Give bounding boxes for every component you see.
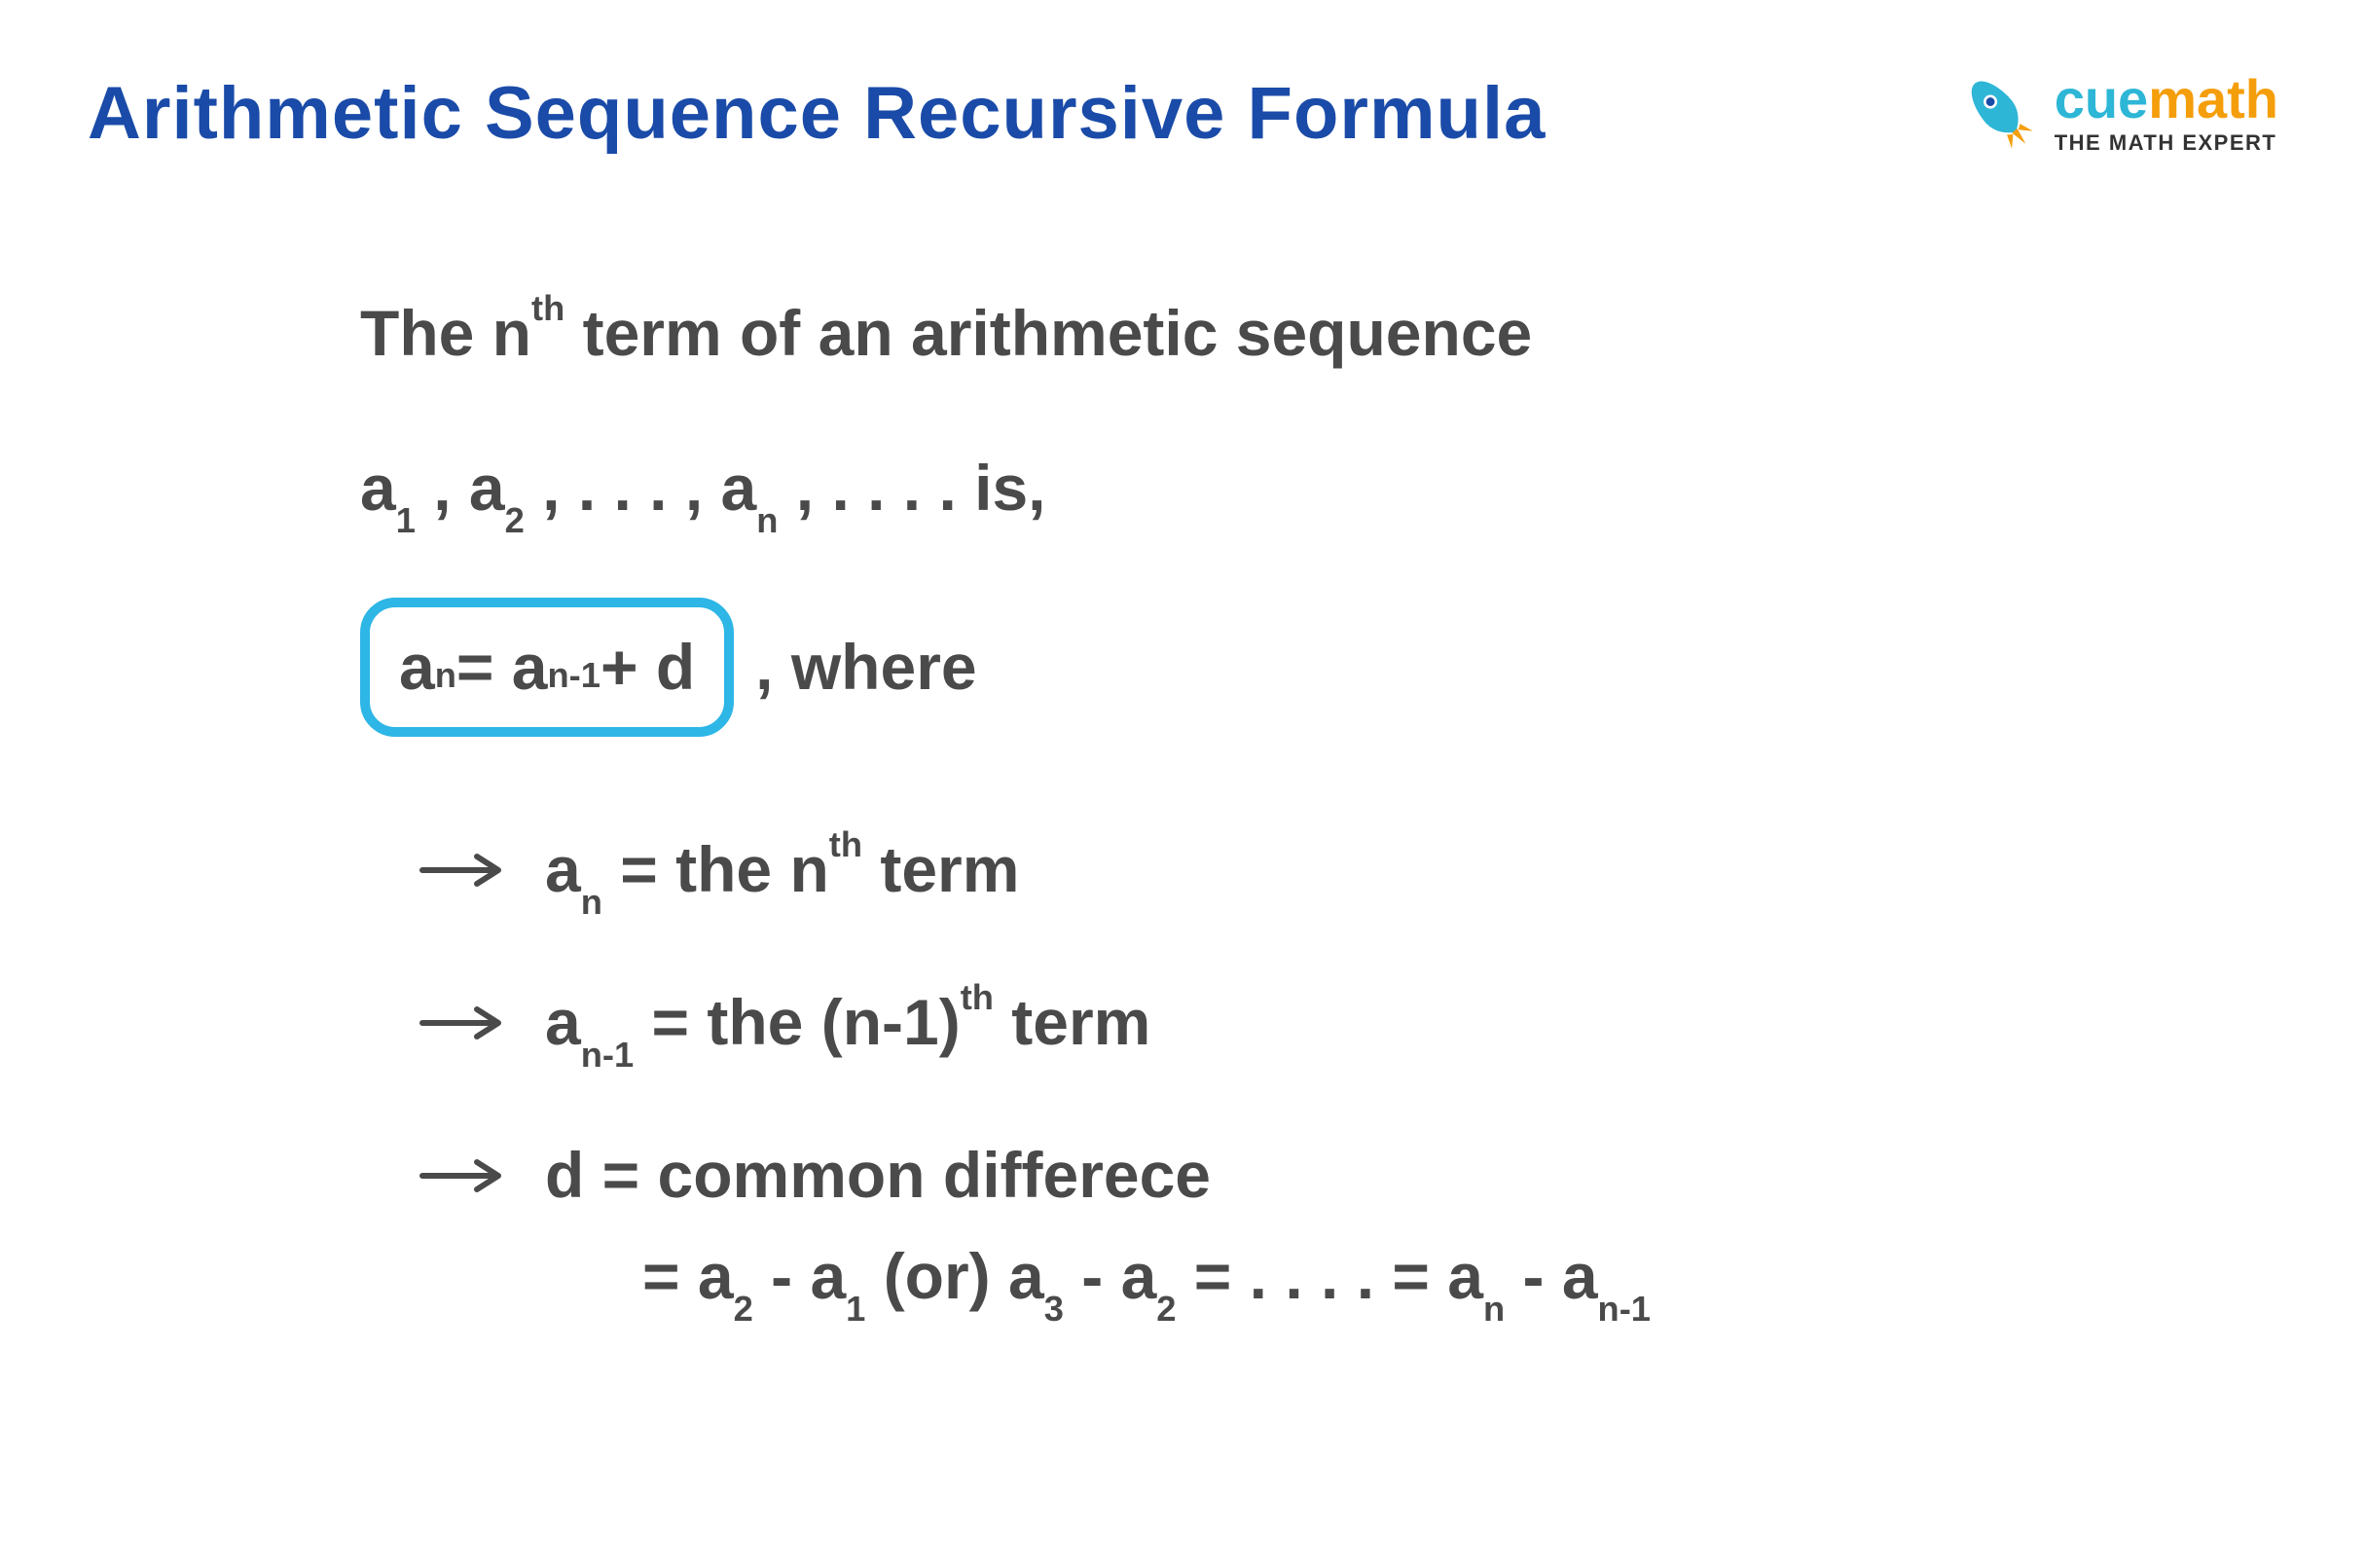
b2-lhs-base: a [545, 986, 581, 1058]
b3s-minus2: - [1064, 1240, 1121, 1312]
intro-line-1-prefix: The n [360, 297, 531, 369]
b2-lhs-sub: n-1 [581, 1035, 634, 1075]
formula-rhs-sub: n-1 [548, 649, 601, 702]
seq-a1-sub: 1 [396, 500, 416, 540]
b2-suffix: term [994, 986, 1150, 1058]
seq-sep2: , . . . , [525, 452, 721, 524]
b3s-a1-sub: 1 [846, 1289, 865, 1329]
b3s-mid: = . . . . = [1176, 1240, 1447, 1312]
logo-brand-math: math [2148, 68, 2278, 129]
bullet-2: an-1 = the (n-1)th term [419, 977, 2278, 1072]
arrow-icon [419, 983, 506, 1057]
bullet-1-text: an = the nth term [545, 824, 1019, 919]
bullet-2-text: an-1 = the (n-1)th term [545, 977, 1150, 1072]
b2-eq: = the (n-1) [634, 986, 961, 1058]
logo-tagline: THE MATH EXPERT [2055, 130, 2278, 156]
rocket-icon [1955, 68, 2041, 159]
page-title: Arithmetic Sequence Recursive Formula [88, 71, 1546, 156]
logo-brand-cue: cue [2055, 68, 2149, 129]
bullet-1: an = the nth term [419, 824, 2278, 919]
seq-a1-base: a [360, 452, 396, 524]
b2-sup: th [961, 977, 994, 1017]
formula-plus: + d [601, 619, 695, 715]
formula-lhs-sub: n [435, 649, 456, 702]
intro-line-1-suffix: term of an arithmetic sequence [564, 297, 1532, 369]
logo-text: cuemath THE MATH EXPERT [2055, 72, 2278, 156]
b3s-minus3: - [1505, 1240, 1562, 1312]
formula-line: an = an-1 + d , where [360, 598, 2278, 737]
seq-sep3: , . . . . is, [778, 452, 1045, 524]
formula-highlight-box: an = an-1 + d [360, 598, 734, 737]
b3s-a3-base: a [1008, 1240, 1044, 1312]
b3s-an-base: a [1447, 1240, 1483, 1312]
content: The nth term of an arithmetic sequence a… [88, 285, 2278, 1326]
b3s-a2b-sub: 2 [1156, 1289, 1176, 1329]
seq-sep1: , [416, 452, 469, 524]
b3s-a3-sub: 3 [1044, 1289, 1064, 1329]
b1-lhs-sub: n [581, 882, 602, 922]
b1-lhs-base: a [545, 833, 581, 905]
b1-suffix: term [862, 833, 1019, 905]
intro-line-1: The nth term of an arithmetic sequence [360, 285, 2278, 382]
b3s-a2-sub: 2 [734, 1289, 753, 1329]
b3s-or: (or) [865, 1240, 1008, 1312]
intro-line-1-sup: th [531, 288, 564, 328]
b3s-a2-base: a [698, 1240, 734, 1312]
b3s-an-sub: n [1483, 1289, 1505, 1329]
arrow-icon [419, 830, 506, 904]
bullet-list: an = the nth term an-1 = the (n-1)th ter… [360, 824, 2278, 1326]
logo: cuemath THE MATH EXPERT [1955, 68, 2278, 159]
bullet-3: d = common differece = a2 - a1 (or) a3 -… [419, 1130, 2278, 1326]
header: Arithmetic Sequence Recursive Formula cu… [88, 68, 2278, 159]
where-text: , where [755, 619, 976, 715]
seq-a2-sub: 2 [505, 500, 525, 540]
b3-second-line: = a2 - a1 (or) a3 - a2 = . . . . = an - … [545, 1231, 1651, 1326]
b3s-eq: = [642, 1240, 698, 1312]
logo-brand: cuemath [2055, 72, 2278, 127]
b3s-minus1: - [753, 1240, 811, 1312]
bullet-3-text: d = common differece = a2 - a1 (or) a3 -… [545, 1130, 1651, 1326]
formula-eq: = [456, 619, 494, 715]
b3s-anm1-base: a [1562, 1240, 1598, 1312]
seq-a2-base: a [469, 452, 505, 524]
b1-sup: th [829, 824, 862, 864]
b3-lhs: d = common differece [545, 1130, 1651, 1220]
b3s-a1-base: a [810, 1240, 846, 1312]
b3s-a2b-base: a [1121, 1240, 1157, 1312]
b1-eq: = the n [602, 833, 829, 905]
b3s-anm1-sub: n-1 [1598, 1289, 1651, 1329]
sequence-line: a1 , a2 , . . . , an , . . . . is, [360, 440, 2278, 539]
seq-an-sub: n [756, 500, 778, 540]
seq-an-base: a [721, 452, 757, 524]
formula-lhs-base: a [399, 619, 435, 715]
arrow-icon [419, 1136, 506, 1210]
formula-rhs-base: a [512, 619, 548, 715]
